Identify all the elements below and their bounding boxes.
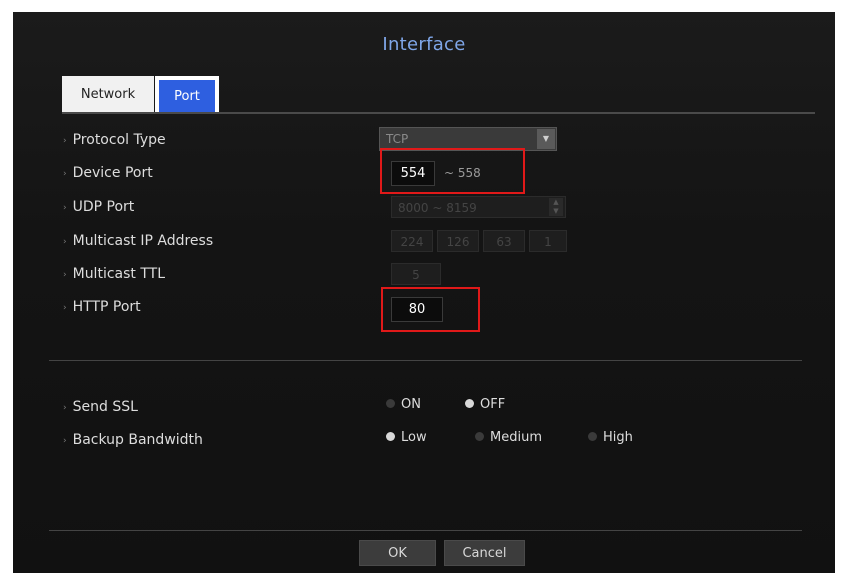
highlight-http-port xyxy=(381,287,480,332)
send-ssl-on[interactable]: ON xyxy=(386,395,421,415)
protocol-type-label: › Protocol Type xyxy=(63,132,166,148)
bullet-icon: › xyxy=(63,169,67,179)
backup-bandwidth-label: › Backup Bandwidth xyxy=(63,432,203,448)
backup-bandwidth-high[interactable]: High xyxy=(588,428,633,448)
cancel-button[interactable]: Cancel xyxy=(444,540,525,566)
udp-port-field: 8000 ~ 8159 ▲ ▼ xyxy=(391,196,566,218)
udp-port-label: › UDP Port xyxy=(63,199,135,215)
bullet-icon: › xyxy=(63,436,67,446)
udp-port-value: 8000 ~ 8159 xyxy=(398,201,477,215)
radio-selected-icon xyxy=(465,399,474,408)
highlight-device-port xyxy=(380,148,525,194)
multicast-ip-octet-4: 1 xyxy=(529,230,567,252)
multicast-ttl-field: 5 xyxy=(391,263,441,285)
backup-bandwidth-low[interactable]: Low xyxy=(386,428,427,448)
backup-bandwidth-medium[interactable]: Medium xyxy=(475,428,542,448)
multicast-ip-octet-1: 224 xyxy=(391,230,433,252)
bullet-icon: › xyxy=(63,237,67,247)
bullet-icon: › xyxy=(63,203,67,213)
ok-button[interactable]: OK xyxy=(359,540,436,566)
section-divider xyxy=(49,360,802,361)
tab-network[interactable]: Network xyxy=(62,76,154,112)
multicast-ttl-label: › Multicast TTL xyxy=(63,266,165,282)
http-port-label: › HTTP Port xyxy=(63,299,141,315)
tab-port[interactable]: Port xyxy=(155,76,219,112)
bullet-icon: › xyxy=(63,403,67,413)
send-ssl-label: › Send SSL xyxy=(63,399,138,415)
bullet-icon: › xyxy=(63,270,67,280)
protocol-type-value: TCP xyxy=(386,132,409,146)
chevron-down-icon[interactable]: ▼ xyxy=(537,129,555,149)
bullet-icon: › xyxy=(63,136,67,146)
multicast-ip-octet-3: 63 xyxy=(483,230,525,252)
radio-icon xyxy=(386,399,395,408)
radio-selected-icon xyxy=(386,432,395,441)
dialog-title: Interface xyxy=(382,34,466,55)
send-ssl-off[interactable]: OFF xyxy=(465,395,505,415)
spinner-icon: ▲ ▼ xyxy=(549,198,563,216)
multicast-ip-octet-2: 126 xyxy=(437,230,479,252)
radio-icon xyxy=(475,432,484,441)
tab-strip: Network Port xyxy=(62,76,815,114)
tab-port-label: Port xyxy=(159,80,215,112)
footer-divider xyxy=(49,530,802,531)
device-port-label: › Device Port xyxy=(63,165,153,181)
bullet-icon: › xyxy=(63,303,67,313)
radio-icon xyxy=(588,432,597,441)
multicast-ip-label: › Multicast IP Address xyxy=(63,233,214,249)
